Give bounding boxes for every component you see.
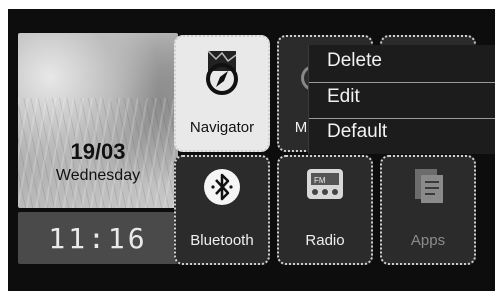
menu-item-default[interactable]: Default: [327, 121, 387, 143]
bluetooth-icon: [204, 169, 240, 205]
fm-radio-icon: FM: [307, 169, 343, 199]
weekday-text: Wednesday: [55, 167, 141, 184]
apps-icon: [415, 169, 443, 203]
navigator-label: Navigator: [189, 119, 255, 136]
menu-divider: [309, 118, 495, 119]
menu-divider: [309, 82, 495, 83]
radio-tile[interactable]: FM Radio: [277, 155, 373, 265]
apps-tile[interactable]: Apps: [380, 155, 476, 265]
apps-label: Apps: [410, 232, 446, 249]
menu-item-delete[interactable]: Delete: [327, 50, 382, 72]
compass-map-icon: [206, 50, 238, 95]
radio-label: Radio: [305, 232, 345, 249]
date-widget[interactable]: 19/03 Wednesday: [18, 33, 178, 208]
head-unit-screen: 19/03 Wednesday 11:16 Navigator M Blueto…: [8, 9, 495, 291]
svg-text:FM: FM: [314, 176, 326, 185]
time-text: 11:16: [48, 221, 148, 255]
date-text: 19/03: [70, 139, 126, 164]
bluetooth-label: Bluetooth: [190, 232, 254, 249]
menu-item-edit[interactable]: Edit: [327, 86, 360, 108]
time-widget[interactable]: 11:16: [18, 212, 178, 264]
navigator-tile[interactable]: Navigator: [174, 35, 270, 152]
context-menu: Delete Edit Default: [308, 45, 495, 154]
bluetooth-tile[interactable]: Bluetooth: [174, 155, 270, 265]
